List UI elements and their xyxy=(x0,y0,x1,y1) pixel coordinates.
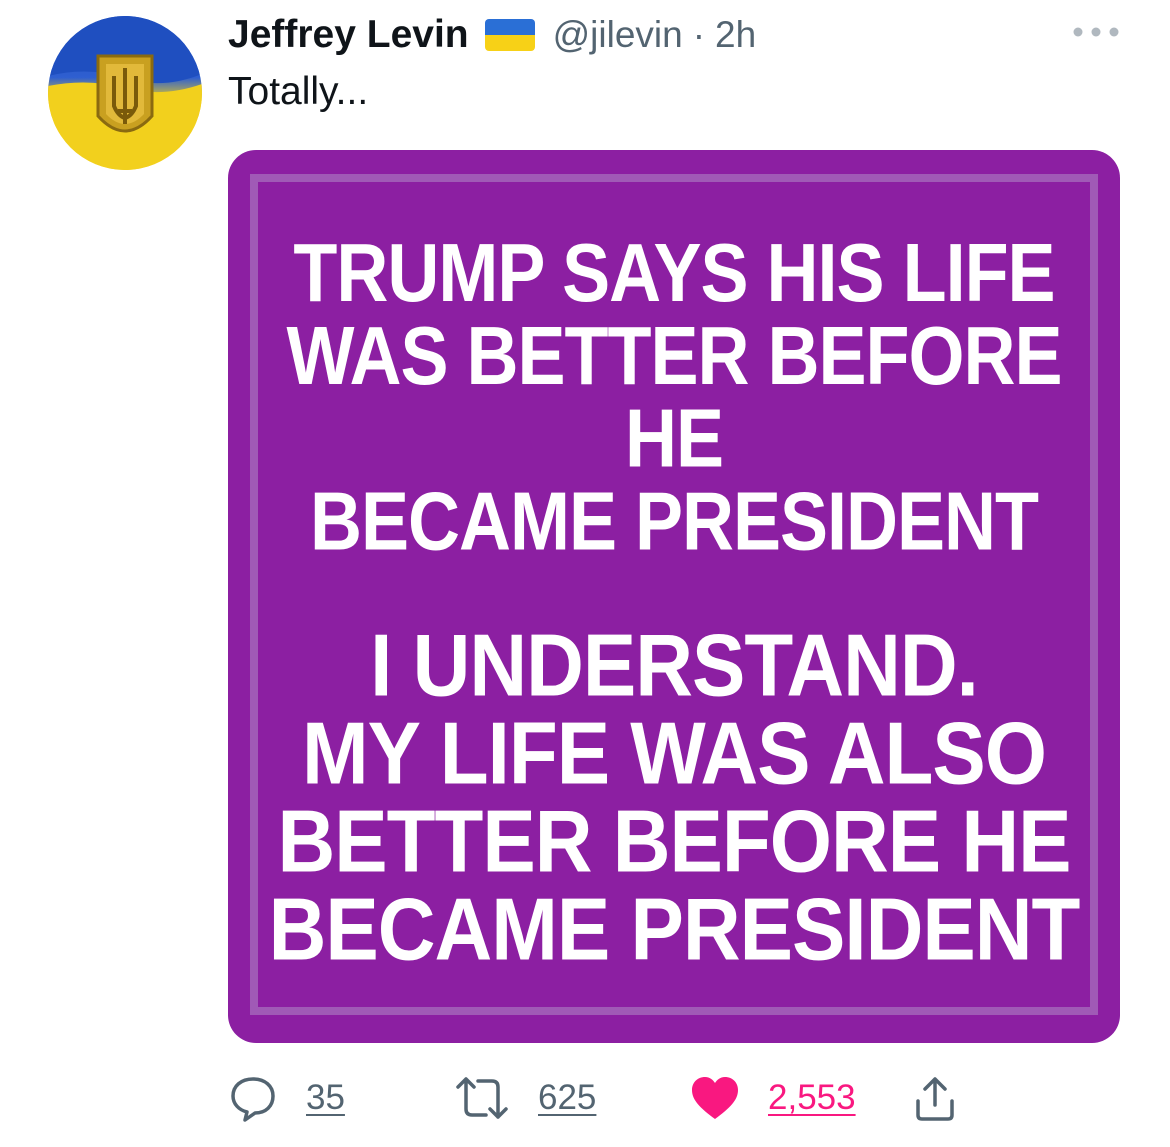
image-caption-top: TRUMP SAYS HIS LIFE WAS BETTER BEFORE HE… xyxy=(286,227,1062,568)
separator: · xyxy=(692,14,706,55)
reply-count: 35 xyxy=(306,1078,345,1117)
reply-button[interactable]: 35 xyxy=(228,1068,345,1128)
like-button[interactable]: 2,553 xyxy=(690,1068,856,1128)
user-handle[interactable]: @jilevin xyxy=(553,14,683,56)
avatar[interactable] xyxy=(48,16,202,170)
retweet-count: 625 xyxy=(538,1078,597,1117)
retweet-button[interactable]: 625 xyxy=(454,1068,596,1128)
tweet-actions: 35 625 2,553 xyxy=(0,1068,1170,1128)
reply-icon xyxy=(231,1077,275,1122)
image-caption-bottom: I UNDERSTAND. MY LIFE WAS ALSO BETTER BE… xyxy=(268,616,1081,979)
ukraine-coat-of-arms-icon xyxy=(48,16,202,170)
like-count: 2,553 xyxy=(768,1078,856,1117)
share-icon xyxy=(916,1077,954,1121)
tweet-image[interactable]: TRUMP SAYS HIS LIFE WAS BETTER BEFORE HE… xyxy=(228,150,1120,1043)
more-options-icon[interactable] xyxy=(1070,22,1122,42)
tweet-text: Totally... xyxy=(228,70,369,113)
share-button[interactable] xyxy=(910,1068,960,1128)
retweet-icon xyxy=(456,1077,508,1119)
timestamp[interactable]: 2h xyxy=(715,14,756,56)
heart-icon xyxy=(692,1077,738,1119)
ukraine-flag-icon xyxy=(484,19,535,51)
tweet-header: Jeffrey Levin @jilevin · 2h xyxy=(228,10,756,60)
display-name[interactable]: Jeffrey Levin xyxy=(228,13,469,57)
